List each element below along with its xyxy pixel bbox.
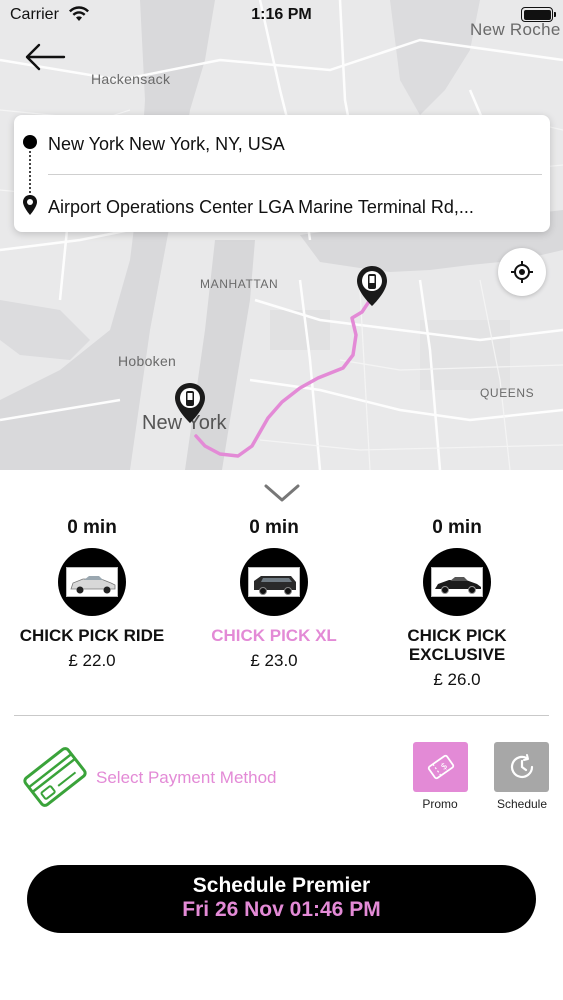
schedule-label: Schedule: [496, 797, 548, 811]
cta-datetime: Fri 26 Nov 01:46 PM: [182, 898, 381, 921]
vehicle-name: CHICK PICK XL: [211, 626, 337, 645]
arrow-left-icon: [25, 43, 66, 71]
pickup-address-field[interactable]: New York New York, NY, USA: [48, 134, 538, 155]
my-location-button[interactable]: [498, 248, 546, 296]
promo-button[interactable]: $: [413, 742, 468, 792]
vehicle-name-line-2: EXCLUSIVE: [408, 645, 506, 664]
vehicle-eta: 0 min: [432, 517, 482, 538]
promo-label: Promo: [422, 797, 458, 811]
map-label-hackensack: Hackensack: [91, 71, 171, 87]
chevron-down-icon: [264, 484, 300, 502]
destination-pin-icon[interactable]: [356, 265, 388, 307]
vehicle-option-exclusive[interactable]: 0 min CHICK PICK EXCLUSIVE £ 26.0: [367, 517, 547, 690]
vehicle-price: £ 26.0: [433, 670, 481, 689]
ticket-icon: $: [427, 754, 454, 780]
map-background: [0, 0, 563, 470]
vehicle-avatar: [423, 548, 491, 616]
status-bar: Carrier 1:16 PM: [0, 0, 563, 30]
vehicle-name-line-1: CHICK PICK: [407, 626, 507, 645]
cta-title: Schedule Premier: [192, 874, 371, 897]
back-button[interactable]: [24, 40, 68, 74]
location-marker-icon: [23, 195, 37, 215]
car-luxury-icon: [431, 567, 483, 597]
vehicle-eta: 0 min: [67, 517, 117, 538]
payment-method-label: Select Payment Method: [96, 768, 277, 787]
vehicle-avatar: [240, 548, 308, 616]
pickup-dot-icon: [23, 135, 37, 149]
map-label-manhattan: MANHATTAN: [200, 277, 279, 291]
address-divider: [48, 174, 542, 175]
credit-card-icon: [23, 747, 87, 807]
route-address-card: New York New York, NY, USA Airport Opera…: [14, 115, 550, 232]
vehicle-avatar: [58, 548, 126, 616]
section-divider: [14, 715, 549, 716]
dropoff-address-field[interactable]: Airport Operations Center LGA Marine Ter…: [48, 197, 538, 218]
collapse-sheet-button[interactable]: [262, 482, 302, 504]
vehicle-eta: 0 min: [249, 517, 299, 538]
clock-icon: [510, 754, 533, 779]
vehicle-name: CHICK PICK EXCLUSIVE: [367, 626, 547, 664]
vehicle-option-xl[interactable]: 0 min CHICK PICK XL £ 23.0: [184, 517, 364, 671]
map-label-queens: QUEENS: [480, 386, 535, 400]
vehicle-price: £ 23.0: [250, 651, 298, 670]
battery-icon: [521, 7, 556, 22]
select-payment-method-button[interactable]: Select Payment Method: [18, 740, 308, 814]
schedule-premier-button[interactable]: Schedule Premier Fri 26 Nov 01:46 PM: [27, 865, 536, 933]
pickup-pin-icon[interactable]: [174, 382, 206, 424]
vehicle-option-ride[interactable]: 0 min CHICK PICK RIDE £ 22.0: [2, 517, 182, 671]
vehicle-price: £ 22.0: [68, 651, 116, 670]
vehicle-name: CHICK PICK RIDE: [19, 626, 165, 645]
map-label-hoboken: Hoboken: [118, 353, 177, 369]
car-sedan-icon: [66, 567, 118, 597]
car-van-icon: [248, 567, 300, 597]
map-view[interactable]: Hackensack New Roche MANHATTAN Hoboken Q…: [0, 0, 563, 470]
clock-time: 1:16 PM: [251, 6, 312, 23]
route-connector: [29, 151, 31, 197]
crosshair-icon: [511, 261, 533, 283]
schedule-button[interactable]: [494, 742, 549, 792]
